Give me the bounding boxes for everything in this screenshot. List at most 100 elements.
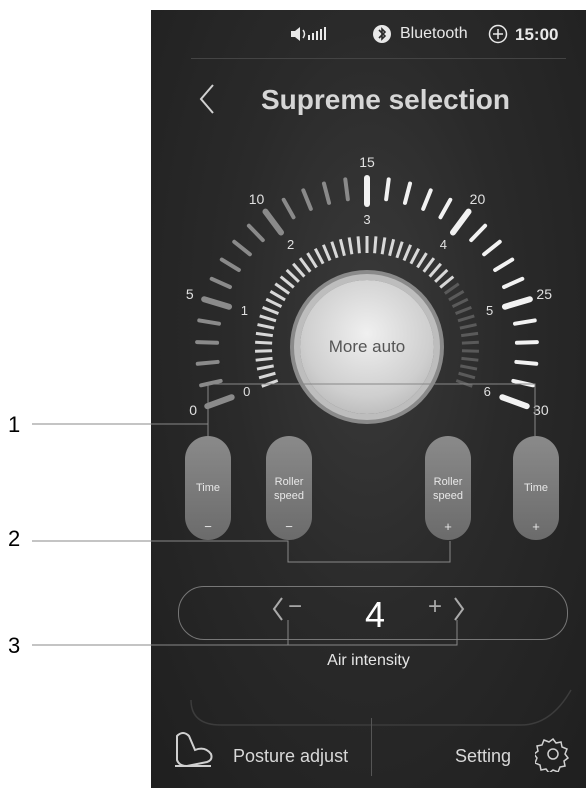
inner-tick bbox=[416, 252, 428, 269]
outer-tick bbox=[281, 197, 296, 220]
inner-tick bbox=[265, 297, 283, 308]
air-plus-button[interactable]: + bbox=[428, 593, 442, 621]
outer-tick bbox=[232, 239, 252, 257]
outer-scale-label: 10 bbox=[248, 190, 265, 207]
outer-tick bbox=[501, 296, 533, 310]
roller-speed-plus-button[interactable]: Roller speed + bbox=[425, 436, 471, 540]
inner-scale-label: 2 bbox=[286, 237, 295, 253]
outer-tick bbox=[493, 257, 515, 272]
inner-scale-label: 5 bbox=[485, 303, 494, 319]
outer-tick bbox=[502, 276, 525, 289]
outer-tick bbox=[499, 394, 530, 410]
outer-tick bbox=[513, 318, 537, 326]
outer-tick bbox=[514, 340, 539, 345]
page-title: Supreme selection bbox=[261, 84, 510, 115]
air-minus-button[interactable]: − bbox=[288, 593, 302, 621]
back-button[interactable] bbox=[197, 82, 227, 122]
status-divider bbox=[191, 58, 566, 59]
inner-tick bbox=[347, 237, 354, 255]
callout-2: 2 bbox=[8, 526, 21, 551]
bottom-divider bbox=[371, 718, 372, 776]
inner-tick bbox=[330, 241, 339, 259]
inner-tick bbox=[306, 252, 318, 269]
inner-tick bbox=[255, 340, 273, 345]
bluetooth-label: Bluetooth bbox=[400, 25, 468, 42]
inner-tick bbox=[255, 331, 274, 338]
outer-tick bbox=[195, 340, 220, 345]
speaker-signal-icon bbox=[289, 26, 329, 47]
inner-tick bbox=[380, 237, 387, 255]
outer-scale-label: 5 bbox=[185, 285, 194, 302]
inner-tick bbox=[292, 262, 306, 278]
inner-tick bbox=[457, 314, 475, 323]
outer-tick bbox=[246, 223, 265, 243]
posture-adjust-label: Posture adjust bbox=[233, 746, 349, 766]
roller-plus-sign: + bbox=[444, 519, 452, 534]
status-bar: Bluetooth 15:00 bbox=[151, 10, 586, 58]
inner-tick bbox=[428, 262, 442, 278]
outer-tick bbox=[204, 394, 235, 410]
outer-tick bbox=[384, 177, 391, 202]
outer-tick bbox=[514, 359, 539, 366]
outer-tick bbox=[301, 188, 313, 211]
inner-tick bbox=[257, 323, 275, 330]
inner-tick bbox=[388, 238, 396, 257]
air-intensity-value: 4 bbox=[364, 594, 386, 635]
outer-tick bbox=[438, 197, 453, 220]
callout-3: 3 bbox=[8, 633, 21, 658]
inner-tick bbox=[256, 364, 274, 371]
inner-tick bbox=[461, 356, 479, 362]
inner-scale-label: 4 bbox=[439, 237, 448, 253]
chevron-left-icon bbox=[199, 84, 214, 114]
outer-tick bbox=[195, 359, 220, 366]
inner-tick bbox=[460, 331, 479, 338]
outer-tick bbox=[197, 318, 221, 326]
time-minus-button[interactable]: Time − bbox=[185, 436, 231, 540]
outer-scale-label: 15 bbox=[359, 154, 375, 170]
more-auto-button[interactable]: More auto bbox=[300, 280, 434, 414]
status-time: 15:00 bbox=[515, 25, 559, 44]
time-plus-button[interactable]: Time + bbox=[513, 436, 559, 540]
inner-tick bbox=[409, 247, 421, 265]
roller-minus-label-1: Roller bbox=[274, 476, 304, 488]
outer-tick bbox=[482, 239, 502, 257]
inner-tick bbox=[356, 236, 361, 254]
time-plus-label: Time bbox=[523, 482, 549, 494]
inner-tick bbox=[274, 282, 291, 295]
inner-tick bbox=[458, 371, 476, 380]
outer-scale-label: 20 bbox=[469, 190, 486, 207]
inner-tick bbox=[439, 275, 455, 289]
inner-tick bbox=[395, 241, 404, 259]
inner-tick bbox=[322, 244, 332, 262]
outer-tick bbox=[199, 378, 223, 388]
time-minus-label: Time bbox=[195, 482, 221, 494]
time-plus-sign: + bbox=[532, 519, 540, 534]
outer-tick bbox=[209, 276, 232, 289]
inner-tick bbox=[460, 364, 478, 371]
inner-tick bbox=[279, 275, 295, 289]
inner-tick bbox=[454, 306, 472, 315]
outer-scale-label: 25 bbox=[536, 285, 552, 302]
air-chevron-left-icon[interactable] bbox=[272, 596, 284, 627]
air-chevron-right-icon[interactable] bbox=[453, 596, 465, 627]
outer-tick bbox=[469, 223, 488, 243]
inner-scale-label: 1 bbox=[240, 303, 248, 319]
outer-tick bbox=[402, 181, 413, 205]
roller-speed-minus-button[interactable]: Roller speed − bbox=[266, 436, 312, 540]
circle-plus-icon[interactable] bbox=[488, 24, 508, 49]
inner-tick bbox=[451, 297, 469, 308]
inner-tick bbox=[313, 247, 325, 265]
inner-tick bbox=[373, 236, 378, 254]
inner-tick bbox=[459, 323, 477, 330]
callout-1: 1 bbox=[8, 412, 21, 437]
outer-tick bbox=[511, 378, 535, 388]
inner-tick bbox=[422, 257, 436, 273]
inner-tick bbox=[338, 238, 346, 257]
roller-plus-label-2: speed bbox=[433, 490, 463, 502]
bluetooth-icon bbox=[372, 24, 392, 49]
inner-scale-label: 6 bbox=[483, 383, 491, 399]
inner-tick bbox=[255, 356, 273, 362]
inner-tick bbox=[434, 268, 449, 283]
inner-tick bbox=[455, 379, 473, 388]
outer-scale-label: 0 bbox=[189, 402, 198, 419]
